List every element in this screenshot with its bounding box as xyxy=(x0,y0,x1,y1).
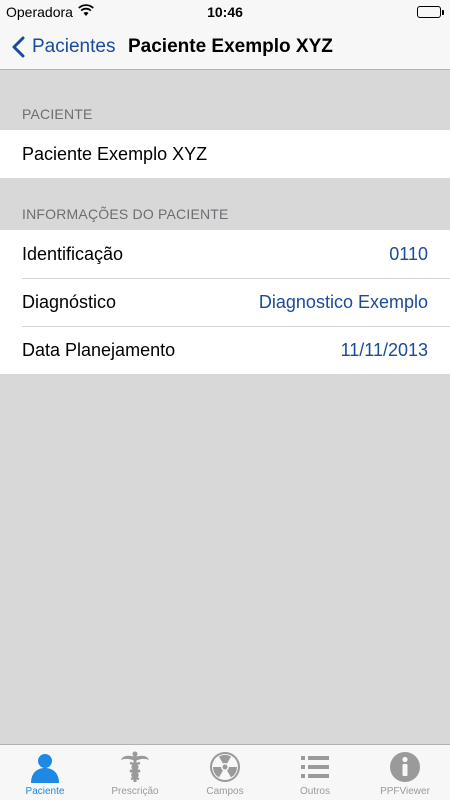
tab-prescricao[interactable]: Prescrição xyxy=(90,745,180,800)
info-row-planning-date: Data Planejamento 11/11/2013 xyxy=(0,326,450,374)
section-header-info: INFORMAÇÕES DO PACIENTE xyxy=(22,206,229,222)
tab-label: Campos xyxy=(206,786,244,797)
chevron-left-icon xyxy=(12,36,25,58)
back-button-label: Pacientes xyxy=(32,36,116,57)
info-label: Diagnóstico xyxy=(22,291,117,312)
info-value: Diagnostico Exemplo xyxy=(258,291,428,312)
page-title: Paciente Exemplo XYZ xyxy=(128,36,333,57)
patient-info-group: Identificação 0110 Diagnóstico Diagnosti… xyxy=(0,230,450,374)
battery-icon xyxy=(417,6,444,18)
tab-bar: Paciente Prescrição Campos Outros PPFVie… xyxy=(0,744,450,800)
tab-campos[interactable]: Campos xyxy=(180,745,270,800)
tab-label: PPFViewer xyxy=(380,786,430,797)
person-icon xyxy=(31,754,59,783)
info-value: 0110 xyxy=(389,243,428,264)
tab-label: Paciente xyxy=(25,786,65,797)
section-header-patient: PACIENTE xyxy=(22,106,93,122)
info-row-diagnosis: Diagnóstico Diagnostico Exemplo xyxy=(0,278,450,326)
clock: 10:46 xyxy=(207,4,243,20)
navigation-bar: Pacientes Paciente Exemplo XYZ xyxy=(0,24,450,70)
patient-name: Paciente Exemplo XYZ xyxy=(22,143,208,164)
radiation-icon xyxy=(210,752,240,782)
info-icon xyxy=(390,752,420,782)
tab-label: Prescrição xyxy=(111,786,159,797)
caduceus-icon xyxy=(121,751,149,782)
tab-label: Outros xyxy=(299,786,330,797)
status-bar: Operadora 10:46 xyxy=(0,0,450,24)
back-button[interactable]: Pacientes xyxy=(10,24,115,70)
info-row-identification: Identificação 0110 xyxy=(0,230,450,278)
tab-ppfviewer[interactable]: PPFViewer xyxy=(360,745,450,800)
info-value: 11/11/2013 xyxy=(340,339,428,360)
patient-name-row: Paciente Exemplo XYZ xyxy=(0,130,450,178)
info-label: Identificação xyxy=(22,243,124,264)
tab-outros[interactable]: Outros xyxy=(270,745,360,800)
info-label: Data Planejamento xyxy=(22,339,176,360)
list-icon xyxy=(301,756,329,778)
screen: Operadora 10:46 Pacientes Paciente Exemp… xyxy=(0,0,450,800)
patient-group: Paciente Exemplo XYZ xyxy=(0,130,450,178)
tab-paciente[interactable]: Paciente xyxy=(0,745,90,800)
